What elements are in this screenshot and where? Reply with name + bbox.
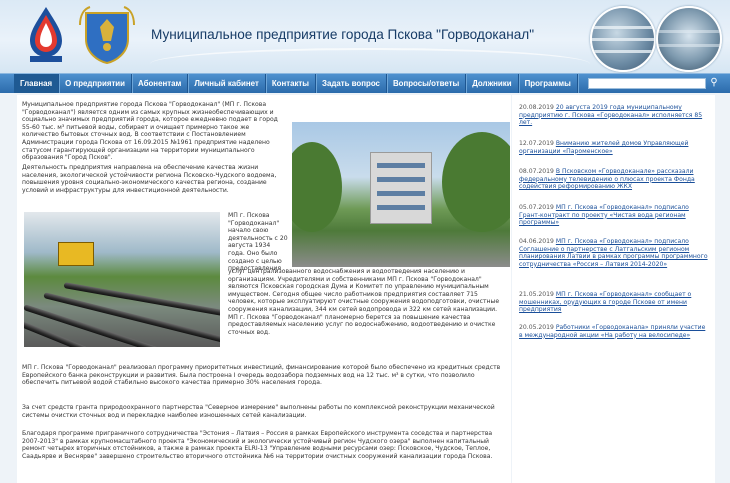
news-item[interactable]: 04.06.2019 МП г. Пскова «Горводоканал» п… (519, 238, 709, 268)
news-date: 12.07.2019 (519, 140, 554, 147)
news-item[interactable]: 20.08.2019 20 августа 2019 года муниципа… (519, 104, 709, 127)
history-paragraph-start: МП г. Пскова "Горводоканал" начало свою … (228, 212, 288, 273)
header-wave-decoration (150, 48, 590, 73)
pipe-laying-photo (24, 212, 220, 347)
search-input[interactable] (588, 78, 706, 89)
cooperation-paragraph: Благодаря программе приграничного сотруд… (22, 430, 493, 460)
main-navigation: Главная О предприятии Абонентам Личный к… (0, 73, 730, 93)
pskov-coat-of-arms-icon (79, 6, 135, 65)
news-item[interactable]: 20.05.2019 Работники «Горводоканала» при… (519, 324, 709, 339)
news-item[interactable]: 21.05.2019 МП г. Пскова «Горводоканал» с… (519, 291, 709, 314)
header-photo-pipes (590, 6, 656, 72)
nav-item-about[interactable]: О предприятии (59, 74, 133, 93)
office-building-photo (292, 122, 510, 267)
nav-item-home[interactable]: Главная (14, 74, 60, 93)
intro-paragraph: Муниципальное предприятие города Пскова … (22, 101, 278, 162)
news-date: 20.08.2019 (519, 104, 554, 111)
nav-item-programs[interactable]: Программы (519, 74, 578, 93)
investment-paragraph: МП г. Пскова "Горводоканал" реализовал п… (22, 364, 501, 387)
nav-item-contacts[interactable]: Контакты (266, 74, 317, 93)
nav-item-debtors[interactable]: Должники (466, 74, 519, 93)
news-date: 08.07.2019 (519, 168, 554, 175)
news-date: 21.05.2019 (519, 291, 554, 298)
news-date: 20.05.2019 (519, 324, 554, 331)
header-photo-tanks (656, 6, 722, 72)
site-title: Муниципальное предприятие города Пскова … (151, 27, 535, 42)
news-date: 04.06.2019 (519, 238, 554, 245)
gorvodokanal-logo-icon[interactable] (26, 5, 66, 65)
news-item[interactable]: 05.07.2019 МП г. Пскова «Горводоканал» п… (519, 204, 709, 227)
history-paragraph: услуг централизованного водоснабжения и … (228, 268, 500, 336)
nav-item-ask-question[interactable]: Задать вопрос (316, 74, 387, 93)
site-header: Муниципальное предприятие города Пскова … (0, 0, 730, 73)
nav-item-account[interactable]: Личный кабинет (188, 74, 266, 93)
news-item[interactable]: 08.07.2019 В Псковском «Горводоканале» р… (519, 168, 709, 191)
search-icon[interactable]: ⚲ (708, 77, 720, 89)
grant-paragraph: За счет средств гранта природоохранного … (22, 404, 495, 419)
nav-item-faq[interactable]: Вопросы/ответы (387, 74, 467, 93)
nav-item-subscribers[interactable]: Абонентам (132, 74, 189, 93)
activity-paragraph: Деятельность предприятия направлена на о… (22, 164, 277, 194)
news-item[interactable]: 12.07.2019 Вниманию жителей домов Управл… (519, 140, 709, 155)
news-date: 05.07.2019 (519, 204, 554, 211)
